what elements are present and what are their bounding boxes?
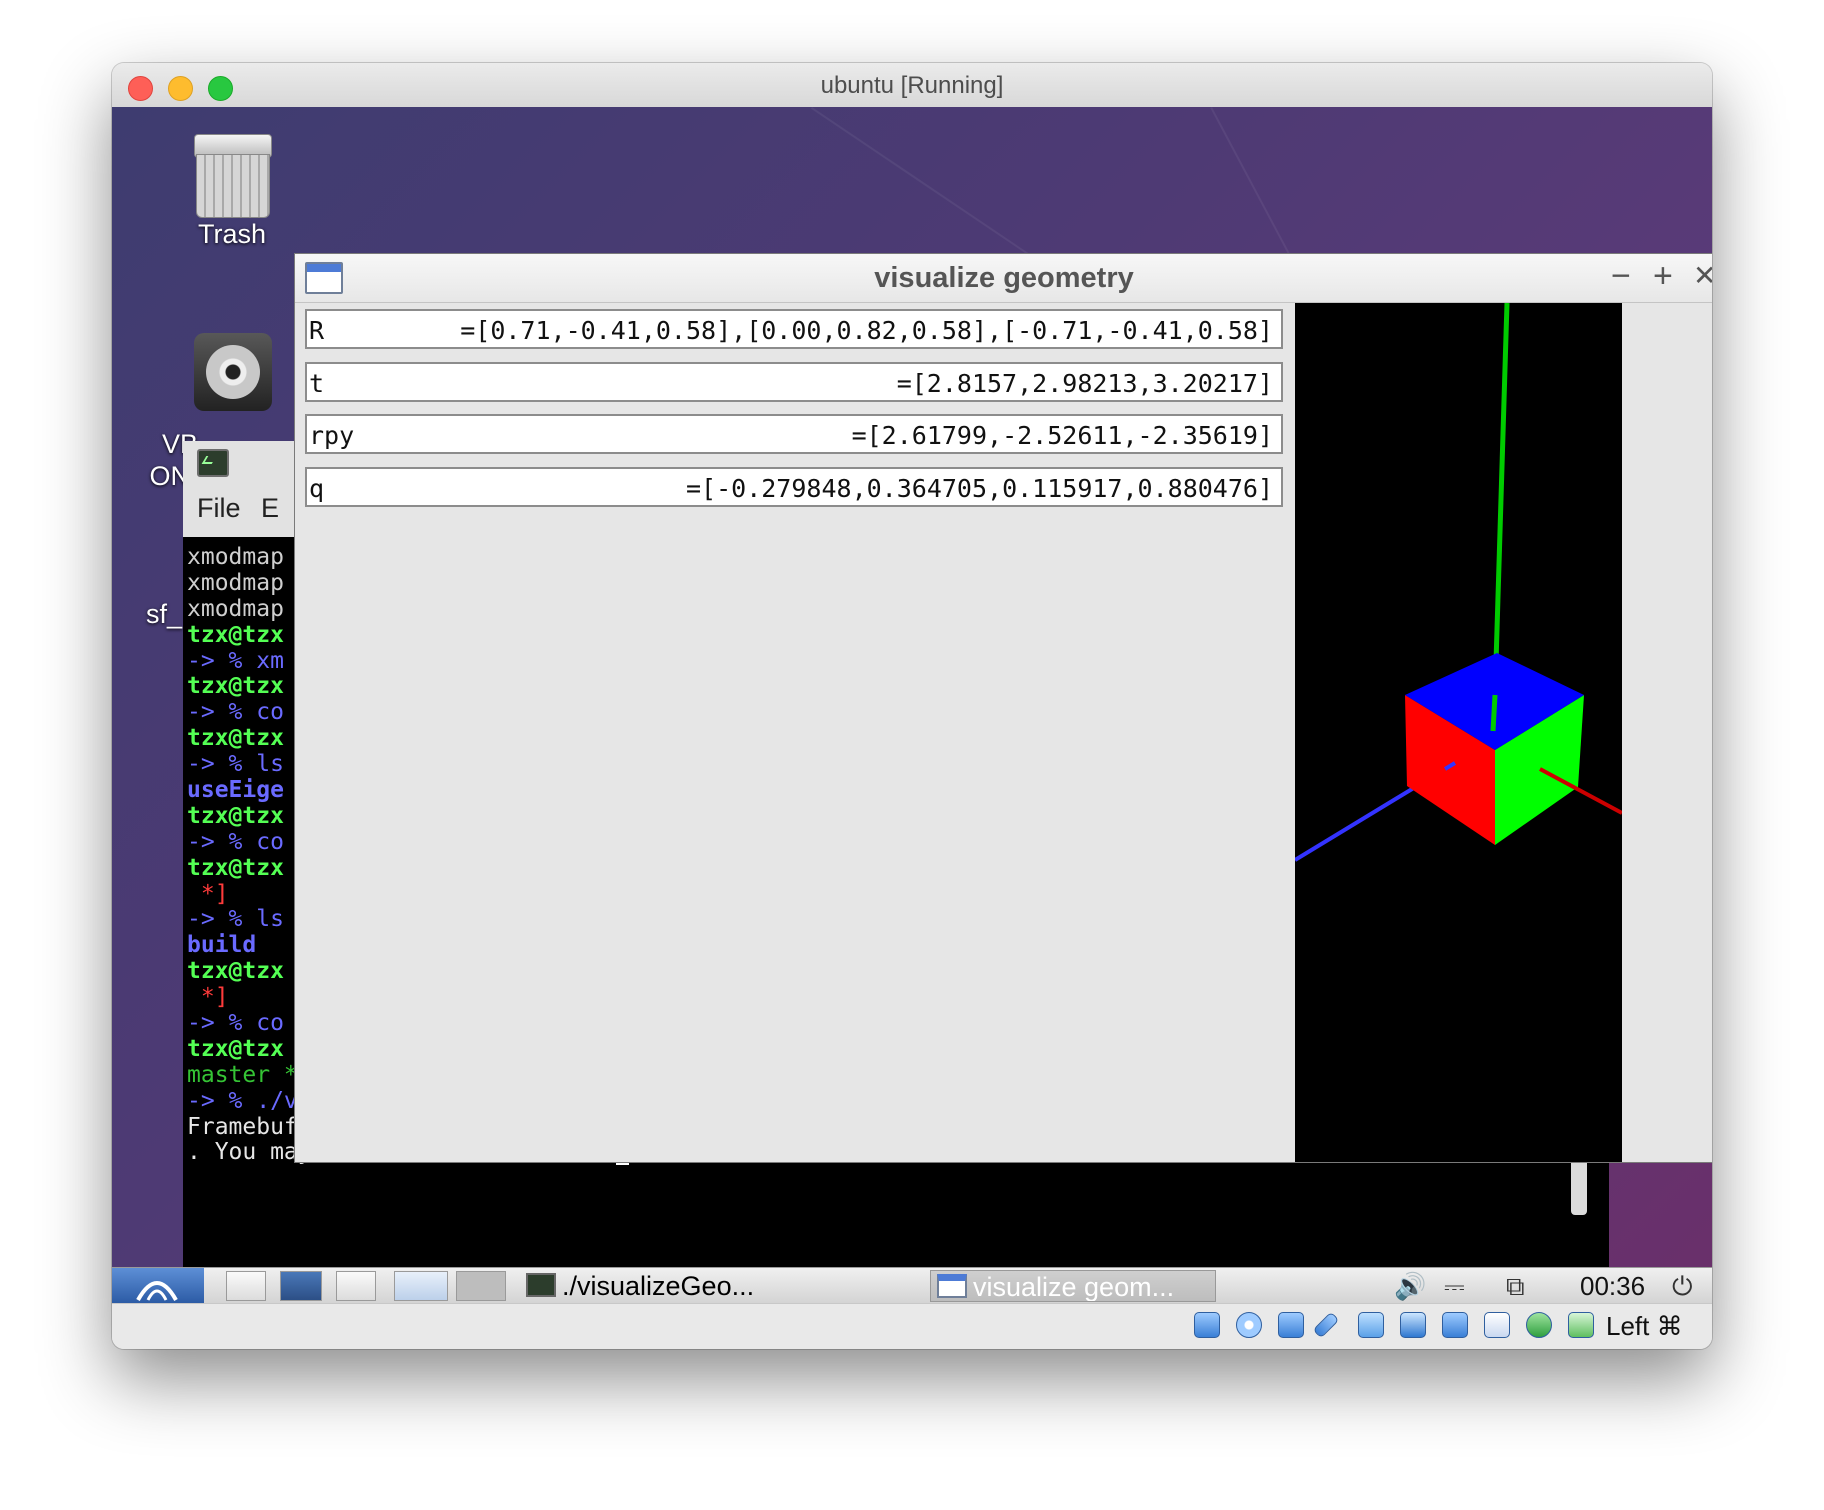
field-rotation-matrix: R =[0.71,-0.41,0.58],[0.00,0.82,0.58],[-… (305, 309, 1283, 349)
recording-icon[interactable] (1526, 1312, 1552, 1338)
maximize-button[interactable]: + (1653, 259, 1673, 293)
field-value: =[2.61799,-2.52611,-2.35619] (851, 421, 1273, 450)
window-titlebar[interactable]: ubuntu [Running] (112, 63, 1712, 108)
field-label: R (309, 316, 325, 345)
shutdown-icon[interactable]: ⏻ (1672, 1272, 1693, 1300)
audio-pen-icon[interactable] (1312, 1311, 1340, 1339)
terminal-line-text: -> % co (187, 1010, 284, 1037)
guest-desktop[interactable]: Trash VB ON sf_ File E xmodmap xmodmap xmo… (112, 107, 1712, 1303)
clock[interactable]: 00:36 (1580, 1268, 1645, 1303)
taskbar: ./visualizeGeo... visualize geom... 🔊 ⎓ … (112, 1267, 1712, 1303)
start-icon (136, 1281, 178, 1301)
window-title: ubuntu [Running] (820, 72, 1004, 99)
shared-folder-label[interactable]: sf_ (132, 599, 182, 630)
network-adapter-icon[interactable] (1442, 1312, 1468, 1338)
volume-icon[interactable]: 🔊 (1394, 1272, 1426, 1300)
usb-icon[interactable] (1278, 1312, 1304, 1338)
terminal-line-text: *] (187, 984, 229, 1011)
terminal-line-text: -> % co (187, 828, 284, 855)
field-value: =[-0.279848,0.364705,0.115917,0.880476] (686, 474, 1273, 503)
show-desktop-button[interactable] (394, 1271, 448, 1301)
field-label: rpy (309, 421, 355, 450)
window-icon (937, 1274, 967, 1298)
terminal-line-text: build (187, 932, 257, 959)
power-plug-icon[interactable]: ⎓ (1444, 1272, 1465, 1300)
cpu-icon[interactable] (1484, 1312, 1510, 1338)
viz-title: visualize geometry (874, 262, 1134, 294)
field-value: =[0.71,-0.41,0.58],[0.00,0.82,0.58],[-0.… (460, 316, 1273, 345)
app-launcher[interactable] (280, 1271, 322, 1301)
field-quaternion: q =[-0.279848,0.364705,0.115917,0.880476… (305, 467, 1283, 507)
axis-z (1492, 303, 1510, 696)
axis-z-inner (1490, 694, 1498, 732)
terminal-icon (197, 449, 229, 477)
task-terminal[interactable]: ./visualizeGeo... (520, 1270, 920, 1302)
optical-drive-icon[interactable] (1236, 1312, 1262, 1338)
viz-titlebar[interactable]: visualize geometry − + ✕ (295, 254, 1712, 303)
terminal-line-text: xmodmap (187, 569, 284, 596)
menu-edit[interactable]: E (261, 493, 279, 524)
field-value: =[2.8157,2.98213,3.20217] (896, 369, 1273, 398)
vbox-status-bar: Left ⌘ (112, 1303, 1712, 1349)
network-icon[interactable]: ⧉ (1506, 1272, 1525, 1300)
field-label: q (309, 474, 325, 503)
field-label: t (309, 369, 325, 398)
terminal-line-text: tzx@tzx (187, 958, 284, 985)
opengl-viewport[interactable] (1295, 303, 1622, 1162)
terminal-line-text: useEige (187, 777, 284, 804)
trash-label: Trash (197, 219, 266, 249)
terminal-icon (526, 1273, 556, 1297)
terminal-line-text: tzx@tzx (187, 621, 284, 648)
virtualbox-window: ubuntu [Running] Trash VB ON sf_ File E … (112, 63, 1712, 1349)
file-manager-launcher[interactable] (226, 1271, 266, 1301)
window-launcher[interactable] (336, 1271, 376, 1301)
terminal-line-text: xmodmap (187, 544, 284, 570)
workspace-button[interactable] (456, 1271, 506, 1301)
field-translation: t =[2.8157,2.98213,3.20217] (305, 362, 1283, 402)
hard-disk-icon[interactable] (1194, 1312, 1220, 1338)
task-visualize-geometry[interactable]: visualize geom... (930, 1270, 1216, 1302)
mouse-integration-icon[interactable] (1568, 1312, 1594, 1338)
cd-icon (194, 333, 272, 411)
close-button[interactable]: ✕ (1693, 259, 1712, 293)
terminal-line-text: master *] (187, 1061, 312, 1088)
host-key-label: Left ⌘ (1606, 1311, 1683, 1341)
terminal-line-text: tzx@tzx (187, 1035, 284, 1062)
start-menu-button[interactable] (112, 1268, 204, 1303)
terminal-line-text: tzx@tzx (187, 854, 284, 881)
visualize-geometry-window[interactable]: visualize geometry − + ✕ R =[0.71,-0.41,… (294, 253, 1712, 1163)
terminal-line-text: xmodmap (187, 595, 284, 622)
display-icon[interactable] (1400, 1312, 1426, 1338)
task-label: ./visualizeGeo... (562, 1271, 755, 1301)
vbox-label-2: ON (149, 461, 191, 491)
shared-folders-icon[interactable] (1358, 1312, 1384, 1338)
terminal-line-text: -> % co (187, 699, 284, 726)
menu-file[interactable]: File (197, 493, 241, 524)
terminal-line-text: -> % xm (187, 647, 284, 674)
minimize-button[interactable]: − (1611, 259, 1631, 293)
terminal-line-text: -> % ls (187, 751, 284, 778)
terminal-line-text: -> % ls (187, 906, 284, 933)
terminal-line-text: tzx@tzx (187, 802, 284, 829)
terminal-line-text: tzx@tzx (187, 725, 284, 752)
task-label: visualize geom... (973, 1272, 1175, 1302)
terminal-line-text: *] (187, 880, 229, 907)
field-rpy: rpy =[2.61799,-2.52611,-2.35619] (305, 414, 1283, 454)
terminal-line-text: tzx@tzx (187, 673, 284, 700)
